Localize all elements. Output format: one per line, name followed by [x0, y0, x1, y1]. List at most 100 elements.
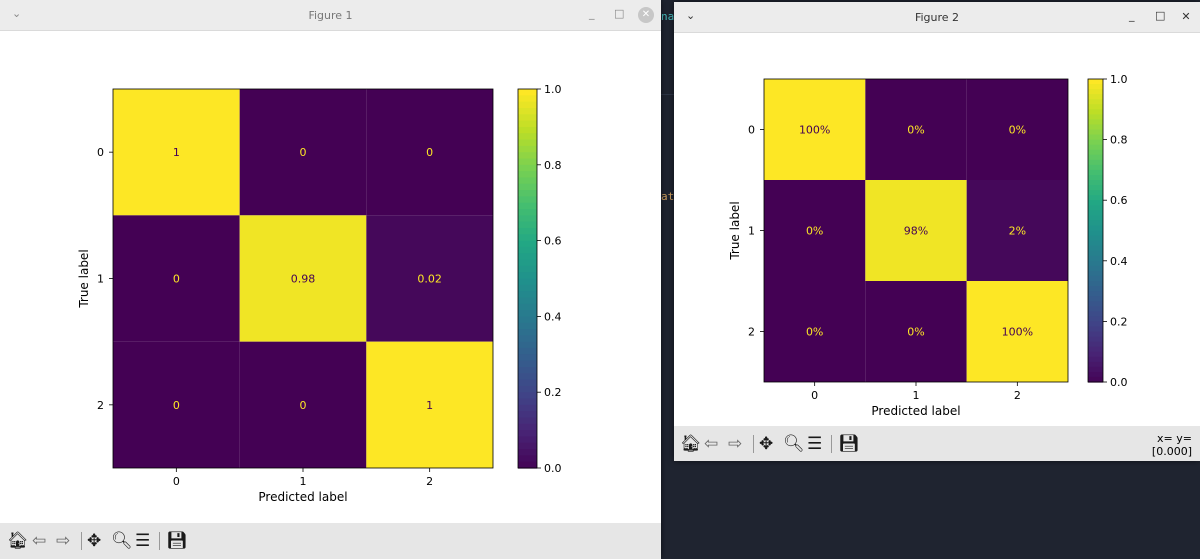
home-icon[interactable]: 🏠︎	[680, 435, 702, 453]
colorbar-segment	[1088, 205, 1103, 211]
colorbar-segment	[1088, 265, 1103, 272]
toolbar-separator	[159, 532, 160, 550]
colorbar-segment	[1088, 149, 1103, 156]
colorbar-segment	[518, 423, 537, 431]
colorbar-segment	[518, 196, 537, 204]
colorbar-segment	[1088, 371, 1103, 378]
minimize-button[interactable]: _	[589, 5, 595, 23]
colorbar-tick-label: 0.4	[1110, 255, 1128, 268]
zoom-icon[interactable]: 🔍︎	[783, 435, 805, 453]
cell-value-label: 0%	[907, 124, 924, 137]
colorbar-segment	[518, 322, 537, 330]
back-icon[interactable]: ⇦	[32, 532, 46, 550]
cell-value-label: 0	[426, 146, 433, 159]
zoom-icon[interactable]: 🔍︎	[111, 532, 133, 550]
colorbar-segment	[518, 278, 537, 286]
editor-text-fragment: at	[661, 190, 675, 203]
cell-value-label: 0	[173, 399, 180, 412]
colorbar-segment	[518, 449, 537, 456]
colorbar-segment	[518, 89, 537, 96]
colorbar-tick-label: 0.8	[1110, 134, 1128, 147]
colorbar-segment	[518, 177, 537, 185]
colorbar-segment	[518, 202, 537, 210]
colorbar-segment	[1088, 235, 1103, 242]
y-tick-label: 1	[97, 273, 104, 286]
colorbar-segment	[518, 234, 537, 242]
colorbar-tick-label: 0.6	[544, 235, 562, 248]
colorbar-segment	[518, 360, 537, 368]
colorbar-segment	[1088, 139, 1103, 146]
colorbar-segment	[1088, 245, 1103, 252]
cursor-coordinates: x= y= [0.000]	[1152, 432, 1192, 458]
colorbar-segment	[1088, 275, 1103, 282]
colorbar-segment	[1088, 215, 1103, 221]
colorbar-segment	[1088, 84, 1103, 90]
colorbar-segment	[518, 316, 537, 324]
coord-line: x= y=	[1157, 432, 1192, 445]
titlebar: ⌄ Figure 1 _ □ ✕	[0, 0, 661, 31]
maximize-button[interactable]: □	[1155, 7, 1165, 25]
colorbar-segment	[1088, 210, 1103, 216]
colorbar-segment	[518, 209, 537, 216]
colorbar-segment	[1088, 321, 1103, 328]
colorbar-segment	[1088, 99, 1103, 105]
toolbar-separator	[753, 435, 754, 453]
cell-value-label: 0.98	[291, 273, 316, 286]
cell-value-label: 0.02	[417, 273, 442, 286]
colorbar-segment	[518, 303, 537, 311]
y-axis-label: True label	[77, 249, 91, 308]
cell-value-label: 1	[173, 146, 180, 159]
colorbar-segment	[1088, 240, 1103, 247]
x-tick-label: 2	[426, 475, 433, 488]
titlebar: ⌄ Figure 2 _ □ ✕	[674, 2, 1200, 33]
colorbar-segment	[1088, 270, 1103, 277]
colorbar-segment	[1088, 291, 1103, 297]
y-tick-label: 2	[748, 326, 755, 339]
colorbar-segment	[518, 126, 537, 134]
colorbar-tick-label: 0.6	[1110, 194, 1128, 207]
close-button[interactable]: ✕	[1178, 9, 1194, 25]
x-tick-label: 1	[300, 475, 307, 488]
save-icon[interactable]: 💾︎	[838, 435, 860, 453]
colorbar-segment	[1088, 109, 1103, 115]
cell-value-label: 2%	[1009, 225, 1026, 238]
y-tick-label: 1	[748, 225, 755, 238]
close-button[interactable]: ✕	[638, 7, 654, 23]
colorbar-segment	[1088, 79, 1103, 85]
colorbar-segment	[1088, 356, 1103, 363]
figure-2-window: ⌄ Figure 2 _ □ ✕ 100% 0% 0% 0% 98% 2% 0% 0% 100%…	[674, 2, 1200, 461]
colorbar-segment	[518, 411, 537, 419]
cell-value-label: 0%	[806, 225, 823, 238]
maximize-button[interactable]: □	[614, 5, 624, 23]
back-icon[interactable]: ⇦	[704, 435, 718, 453]
colorbar-segment	[1088, 311, 1103, 317]
colorbar-segment	[1088, 169, 1103, 176]
colorbar-segment	[1088, 114, 1103, 120]
home-icon[interactable]: 🏠︎	[7, 532, 29, 550]
colorbar-segment	[1088, 220, 1103, 227]
colorbar-segment	[518, 354, 537, 362]
pan-icon[interactable]: ✥	[759, 435, 773, 453]
configure-icon[interactable]: ☰	[135, 532, 150, 550]
x-tick-label: 1	[913, 389, 920, 402]
y-tick-label: 0	[748, 124, 755, 137]
forward-icon[interactable]: ⇨	[728, 435, 742, 453]
colorbar-segment	[518, 133, 537, 141]
colorbar-tick-label: 0.2	[544, 386, 562, 399]
cell-value-label: 100%	[1002, 326, 1033, 339]
toolbar-separator	[831, 435, 832, 453]
colorbar-segment	[1088, 190, 1103, 196]
figure-1-window: ⌄ Figure 1 _ □ ✕ 1 0 0 0 0.98 0.02 0 0 1 0 0 1 1 2 2 P…	[0, 0, 661, 559]
colorbar-segment	[1088, 104, 1103, 110]
minimize-button[interactable]: _	[1129, 7, 1135, 25]
y-tick-label: 0	[97, 146, 104, 159]
toolbar-separator	[81, 532, 82, 550]
pan-icon[interactable]: ✥	[87, 532, 101, 550]
save-icon[interactable]: 💾︎	[166, 532, 188, 550]
colorbar-segment	[518, 171, 537, 179]
colorbar-segment	[1088, 129, 1103, 136]
configure-icon[interactable]: ☰	[807, 435, 822, 453]
forward-icon[interactable]: ⇨	[56, 532, 70, 550]
colorbar-segment	[1088, 296, 1103, 302]
colorbar-segment	[1088, 200, 1103, 206]
